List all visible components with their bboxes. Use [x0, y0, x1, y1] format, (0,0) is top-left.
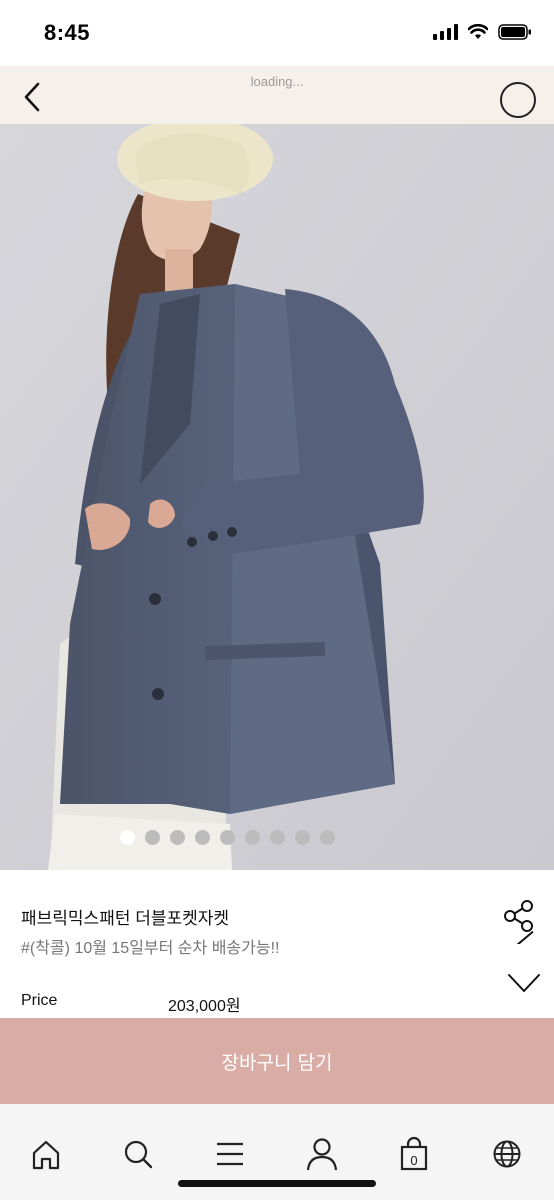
gallery-dot[interactable] [144, 830, 160, 845]
tab-home[interactable] [26, 1134, 66, 1174]
battery-icon [498, 24, 531, 40]
status-icons [433, 24, 532, 40]
home-indicator [178, 1180, 376, 1187]
cart-count: 0 [410, 1153, 417, 1168]
top-nav: loading... [0, 66, 554, 124]
cellular-signal-icon [433, 24, 458, 40]
globe-icon [493, 1140, 521, 1168]
status-time: 8:45 [44, 20, 91, 45]
product-info: 패브릭믹스패턴 더블포켓자켓 #(착콜) 10월 15일부터 순차 배송가능!!… [0, 870, 554, 1018]
tab-menu[interactable] [210, 1134, 250, 1174]
product-photo [0, 124, 554, 870]
tab-search[interactable] [118, 1134, 158, 1174]
search-icon [124, 1140, 153, 1169]
gallery-dot[interactable] [244, 830, 260, 845]
user-icon [306, 1138, 338, 1171]
gallery-dot[interactable] [119, 830, 135, 845]
add-to-cart-button[interactable]: 장바구니 담기 [0, 1018, 554, 1104]
chevron-down-icon [508, 974, 540, 992]
price-label: Price [21, 992, 58, 1009]
product-subtitle: #(착콜) 10월 15일부터 순차 배송가능!! [21, 940, 280, 957]
menu-icon [217, 1142, 243, 1166]
gallery-dot[interactable] [219, 830, 235, 845]
circle-button[interactable] [500, 82, 536, 118]
product-name: 패브릭믹스패턴 더블포켓자켓 [21, 909, 230, 928]
tab-language[interactable] [487, 1134, 527, 1174]
gallery-pagination [0, 830, 554, 845]
tab-account[interactable] [302, 1134, 342, 1174]
gallery-dot[interactable] [319, 830, 335, 845]
share-icon [504, 900, 534, 950]
shopping-bag-icon: 0 [400, 1136, 428, 1171]
status-bar: 8:45 [0, 0, 554, 66]
gallery-dot[interactable] [294, 830, 310, 845]
share-button[interactable] [500, 900, 540, 950]
gallery-dot[interactable] [194, 830, 210, 845]
gallery-dot[interactable] [169, 830, 185, 845]
expand-button[interactable] [506, 970, 542, 996]
price-value: 203,000원 [168, 998, 241, 1015]
chevron-left-icon [24, 82, 40, 112]
loading-text: loading... [250, 74, 304, 89]
gallery-dot[interactable] [269, 830, 285, 845]
product-image-gallery[interactable] [0, 124, 554, 870]
wifi-icon [468, 24, 488, 39]
home-icon [32, 1140, 60, 1170]
back-button[interactable] [18, 80, 48, 114]
tab-cart[interactable]: 0 [394, 1134, 434, 1174]
